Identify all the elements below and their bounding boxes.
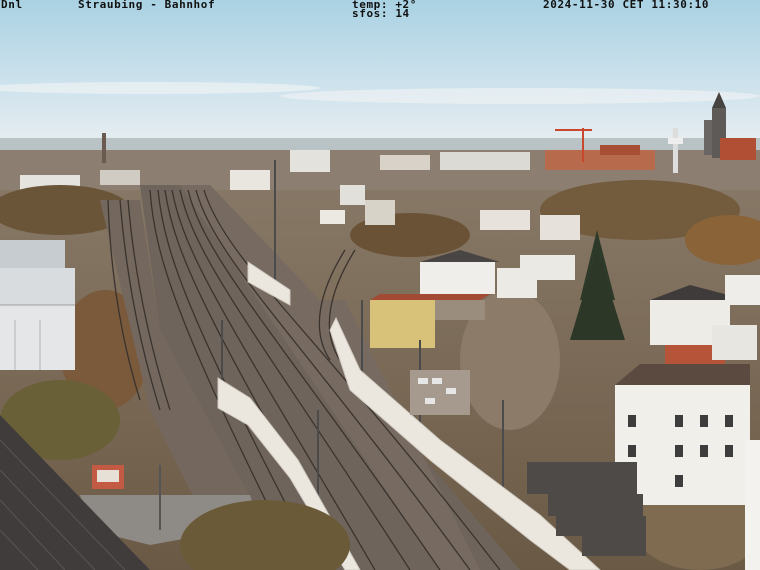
camera-id-label: Dnl xyxy=(1,0,23,11)
parking-area xyxy=(410,370,470,415)
sfos-label: sfos: 14 xyxy=(352,7,410,20)
location-label: Straubing - Bahnhof xyxy=(78,0,216,11)
webcam-frame: Dnl Straubing - Bahnhof temp: +2° sfos: … xyxy=(0,0,760,570)
warehouse xyxy=(0,240,75,370)
webcam-image xyxy=(0,0,760,570)
timestamp-label: 2024-11-30 CET 11:30:10 xyxy=(543,0,710,11)
sky xyxy=(0,0,760,150)
